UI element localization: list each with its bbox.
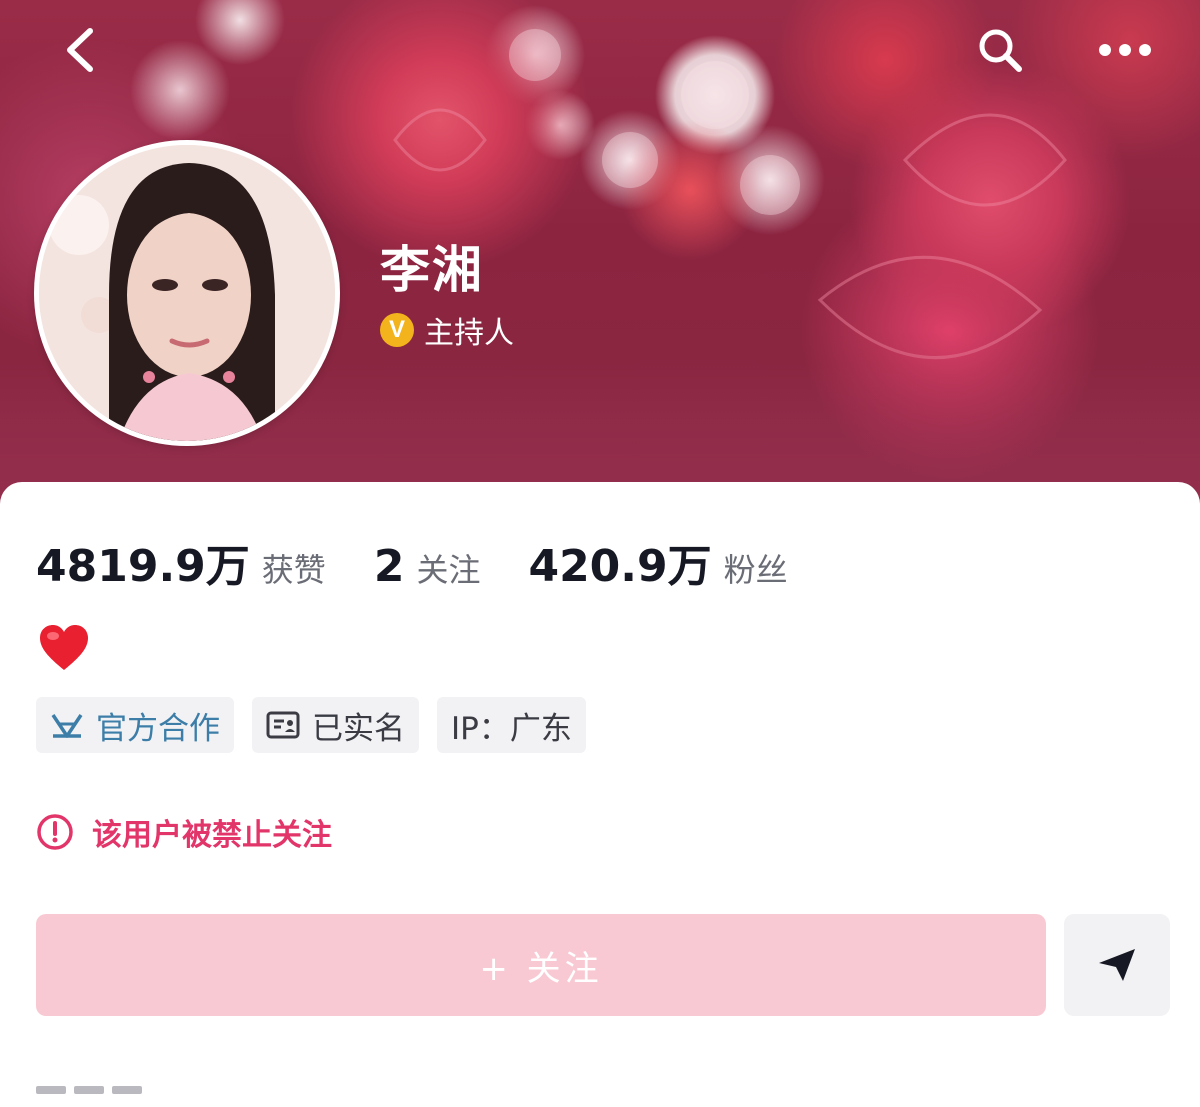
tag-official-cooperation-label: 官方合作	[96, 710, 220, 747]
send-message-button[interactable]	[1064, 914, 1170, 1016]
red-heart-icon	[40, 625, 88, 670]
search-button[interactable]	[968, 20, 1032, 80]
v-badge-icon: V	[380, 313, 414, 347]
stat-following-label: 关注	[416, 551, 481, 589]
stat-likes-value: 4819.9万	[36, 541, 250, 592]
avatar[interactable]	[34, 140, 340, 446]
stat-followers[interactable]: 420.9万 粉丝	[528, 530, 787, 594]
avatar-portrait	[39, 145, 335, 441]
follow-ban-warning: 该用户被禁止关注	[36, 810, 332, 854]
v-badge-letter: V	[388, 316, 405, 343]
send-message-icon	[1099, 949, 1135, 981]
profile-info-card: 4819.9万 获赞 2 关注 420.9万 粉丝 官方合作 已实名 IP：广东…	[0, 482, 1200, 1107]
warning-text: 该用户被禁止关注	[92, 818, 332, 853]
tag-real-name[interactable]: 已实名	[252, 697, 419, 753]
profile-cover: 李湘 V 主持人	[0, 0, 1200, 520]
search-icon	[979, 29, 1022, 72]
verification-row: V 主持人	[380, 308, 514, 352]
tag-real-name-label: 已实名	[312, 710, 405, 747]
stat-followers-value: 420.9万	[528, 541, 712, 592]
more-button[interactable]	[1090, 20, 1160, 80]
next-section-peek	[36, 1086, 216, 1107]
back-button[interactable]	[50, 20, 110, 80]
stat-likes[interactable]: 4819.9万 获赞	[36, 530, 326, 594]
follow-button[interactable]: + 关注	[36, 914, 1046, 1016]
official-cooperation-icon	[51, 714, 83, 738]
profile-tags: 官方合作 已实名 IP：广东	[36, 697, 586, 753]
more-horizontal-icon	[1099, 44, 1151, 56]
stats-row: 4819.9万 获赞 2 关注 420.9万 粉丝	[36, 530, 836, 594]
stat-following[interactable]: 2 关注	[374, 541, 481, 592]
verification-label: 主持人	[424, 316, 514, 351]
stat-likes-label: 获赞	[261, 551, 326, 589]
chevron-left-icon	[67, 28, 93, 72]
alert-circle-icon	[37, 814, 73, 850]
stat-following-value: 2	[373, 541, 405, 592]
tag-official-cooperation[interactable]: 官方合作	[36, 697, 234, 753]
id-card-icon	[266, 711, 300, 739]
tag-ip-location: IP：广东	[437, 697, 586, 753]
tag-ip-location-label: IP：广东	[451, 710, 572, 747]
profile-name: 李湘	[380, 241, 484, 299]
profile-page: 李湘 V 主持人 4819.9万 获赞 2 关注 420.9万 粉丝 官方合作 …	[0, 0, 1200, 1107]
stat-followers-label: 粉丝	[723, 551, 788, 589]
